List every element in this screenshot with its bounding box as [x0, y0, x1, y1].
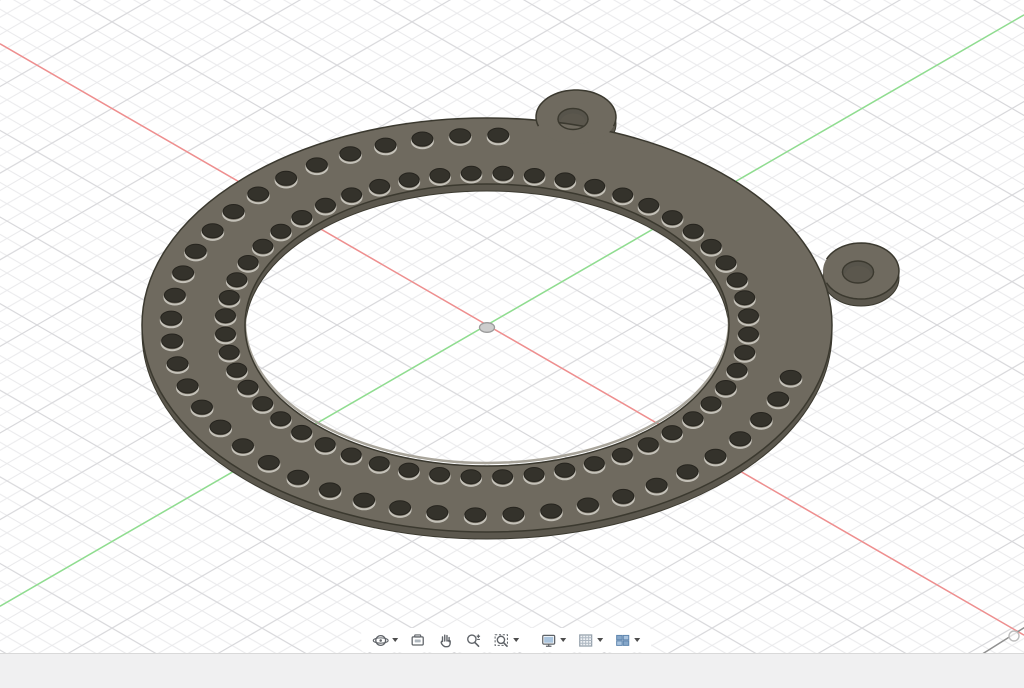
- orbit-icon: [372, 632, 389, 649]
- grid-icon: [577, 632, 594, 649]
- look-at-icon: [409, 632, 426, 649]
- cad-application-window: [0, 0, 1024, 688]
- 3d-scene[interactable]: [0, 0, 1024, 653]
- fit-magnifier-icon: [493, 632, 510, 649]
- chevron-down-icon: [392, 638, 398, 642]
- viewports-icon: [614, 632, 631, 649]
- status-bar: [0, 653, 1024, 688]
- pan-button[interactable]: [436, 629, 455, 651]
- zoom-magnifier-icon: [465, 632, 482, 649]
- display-monitor-icon: [540, 632, 557, 649]
- chevron-down-icon: [597, 638, 603, 642]
- viewport-canvas[interactable]: [0, 0, 1024, 653]
- display-settings-button[interactable]: [539, 629, 567, 651]
- chevron-down-icon: [634, 638, 640, 642]
- viewports-button[interactable]: [613, 629, 641, 651]
- look-at-button[interactable]: [408, 629, 427, 651]
- origin-marker: [480, 323, 495, 333]
- orbit-button[interactable]: [371, 629, 399, 651]
- chevron-down-icon: [560, 638, 566, 642]
- zoom-button[interactable]: [464, 629, 483, 651]
- pan-hand-icon: [437, 632, 454, 649]
- navigation-toolbar: [361, 628, 651, 652]
- chevron-down-icon: [513, 638, 519, 642]
- axis-endpoint-circle: [1009, 631, 1019, 641]
- grid-and-snaps-button[interactable]: [576, 629, 604, 651]
- fit-button[interactable]: [492, 629, 520, 651]
